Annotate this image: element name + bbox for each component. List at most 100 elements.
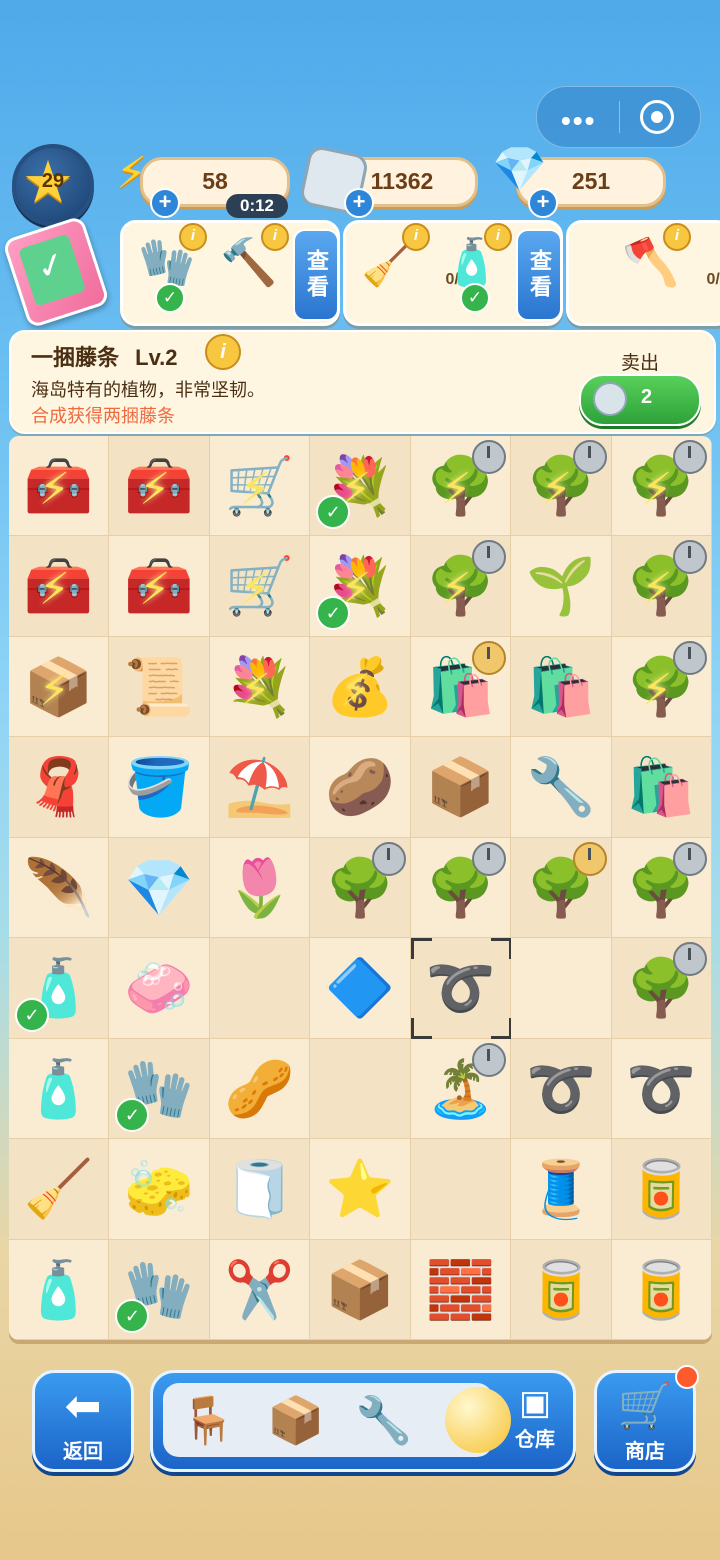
- board-cell[interactable]: 🌳 ⚡: [611, 636, 712, 738]
- board-cell[interactable]: 🌳 ⚡: [410, 536, 512, 637]
- board-cell[interactable]: 🥫: [611, 1239, 712, 1340]
- board-cell[interactable]: 🧵: [511, 1139, 612, 1240]
- task1-view-button[interactable]: 查看: [293, 229, 339, 321]
- sell-label: 卖出: [621, 353, 660, 374]
- close-target-icon[interactable]: [640, 100, 674, 134]
- clock-icon: [472, 640, 507, 675]
- shop-button[interactable]: 🛒 商店: [594, 1365, 699, 1472]
- board-cell[interactable]: 🛍️: [410, 636, 512, 738]
- board-cell[interactable]: 🧰 ⚡: [9, 436, 110, 537]
- board-cell[interactable]: 🌱: [511, 536, 612, 637]
- board-cell[interactable]: 🌳 ⚡: [611, 536, 712, 637]
- board-cell[interactable]: 🥜: [209, 1038, 311, 1140]
- more-icon[interactable]: •••: [561, 105, 596, 137]
- task2-view-button[interactable]: 查看: [516, 229, 562, 321]
- board-cell[interactable]: 💐 ⚡ ✓: [310, 536, 411, 637]
- board-cell[interactable]: 🌳: [410, 837, 512, 939]
- tray-toolbox-icon[interactable]: 📦: [263, 1387, 329, 1453]
- clock-icon: [672, 640, 707, 675]
- board-cell[interactable]: 🏝️: [410, 1038, 512, 1140]
- board-cell[interactable]: 🧣: [9, 737, 110, 838]
- board-cell[interactable]: 🧻: [209, 1139, 311, 1240]
- info-icon[interactable]: i: [484, 223, 512, 251]
- task-card-2[interactable]: 🧹 i 0/1 🧴 i ✓ 查看: [343, 220, 563, 326]
- board-cell[interactable]: 🌳 ⚡: [511, 436, 612, 537]
- board-cell[interactable]: 🧽: [109, 1139, 210, 1240]
- board-cell[interactable]: 💎: [109, 837, 210, 939]
- board-cell[interactable]: 🪣: [109, 737, 210, 838]
- board-cell[interactable]: 📜: [109, 636, 210, 738]
- coins-plus-button[interactable]: +: [344, 188, 374, 218]
- board-cell[interactable]: 🧴 ✓: [9, 938, 110, 1039]
- energy-orb-icon[interactable]: [445, 1387, 511, 1453]
- board-cell[interactable]: 🥫: [511, 1239, 612, 1340]
- board-cell[interactable]: ⛱️: [209, 737, 311, 838]
- board-cell[interactable]: 🌳 ⚡: [611, 436, 712, 537]
- task-card-3[interactable]: 🪓 i 0/1: [566, 220, 720, 326]
- board-cell[interactable]: 📦: [310, 1239, 411, 1340]
- info-icon[interactable]: i: [205, 334, 241, 370]
- board-cell[interactable]: ➰: [410, 938, 512, 1040]
- board-cell[interactable]: 🥫: [611, 1139, 712, 1240]
- board-cell[interactable]: 🧼: [109, 938, 210, 1039]
- board-item-icon: 🧹: [23, 1157, 94, 1221]
- board-cell[interactable]: 📦 ⚡: [9, 636, 110, 738]
- board-cell[interactable]: 🧴: [9, 1239, 110, 1340]
- board-cell[interactable]: 🧰 ⚡: [109, 436, 210, 537]
- board-cell[interactable]: 🧤 ✓: [109, 1239, 210, 1340]
- board-cell[interactable]: 🧹: [9, 1139, 110, 1240]
- board-cell[interactable]: 🧤 ✓: [109, 1038, 210, 1140]
- gems-plus-button[interactable]: +: [528, 188, 558, 218]
- board-cell[interactable]: 🛍️: [511, 636, 612, 738]
- board-cell[interactable]: 🔷: [310, 938, 411, 1039]
- board-cell[interactable]: 🔧: [511, 737, 612, 838]
- tray-tools-icon[interactable]: 🔧: [351, 1387, 417, 1453]
- board-cell[interactable]: 🧴: [9, 1038, 110, 1140]
- board-cell[interactable]: 🧰 ⚡: [109, 536, 210, 637]
- board-cell[interactable]: 📦: [410, 737, 512, 838]
- back-button[interactable]: ⬅ 返回: [32, 1370, 134, 1472]
- tray-workbench-icon[interactable]: 🪑: [175, 1387, 241, 1453]
- board-item-icon: 🥫: [626, 1257, 697, 1321]
- sell-button[interactable]: 2: [579, 374, 701, 426]
- board-cell[interactable]: ✂️: [209, 1239, 311, 1340]
- board-cell[interactable]: ➰: [511, 1038, 612, 1140]
- board-cell[interactable]: 🧰 ⚡: [9, 536, 110, 637]
- player-level-badge[interactable]: ★ 29: [12, 144, 94, 226]
- board-cell[interactable]: 🌷: [209, 837, 311, 939]
- task-card-1[interactable]: 🧤 i ✓ 🔨 i 0/1 查看: [120, 220, 340, 326]
- board-cell[interactable]: 🛒 ⚡: [209, 536, 311, 637]
- energy-plus-button[interactable]: +: [150, 188, 180, 218]
- board-cell[interactable]: ➰: [611, 1038, 712, 1140]
- board-cell[interactable]: 🌳 ⚡: [410, 436, 512, 537]
- task1-item-hammer: 🔨 i 0/1: [211, 223, 327, 309]
- board-cell[interactable]: 💐 ⚡ ✓: [310, 436, 411, 537]
- board-cell[interactable]: [209, 938, 311, 1039]
- board-cell[interactable]: 🛒 ⚡: [209, 436, 311, 537]
- player-level: 29: [41, 170, 65, 192]
- board-cell[interactable]: 🌳: [611, 938, 712, 1039]
- task-phone-icon[interactable]: [1, 215, 111, 329]
- board-cell[interactable]: [410, 1139, 512, 1240]
- board-cell[interactable]: [310, 1038, 411, 1140]
- tray-inner: 🪑 📦 🔧: [163, 1383, 511, 1457]
- board-item-icon: 📦: [325, 1257, 395, 1321]
- warehouse-button[interactable]: ▣ 仓库: [503, 1383, 567, 1452]
- board-cell[interactable]: 🧱: [410, 1239, 512, 1340]
- info-icon[interactable]: i: [179, 223, 207, 251]
- board-cell[interactable]: 🛍️: [611, 737, 712, 838]
- board-cell[interactable]: 🌳: [511, 837, 612, 939]
- board-cell[interactable]: 🥔: [310, 737, 411, 838]
- board-cell[interactable]: [511, 938, 612, 1039]
- capsule-divider: [619, 101, 620, 133]
- board-cell[interactable]: ⭐: [310, 1139, 411, 1240]
- merge-board: 🧰 ⚡ 🧰 ⚡ 🛒 ⚡ 💐 ⚡ ✓ 🌳 ⚡ 🌳 ⚡ 🌳 ⚡ 🧰 ⚡ 🧰 ⚡ 🛒 ⚡ 💐 ⚡ ✓ 🌳 ⚡ 🌱 🌳 ⚡ 📦 ⚡ 📜 💐 ⚡ 💰 ⚡ 🛍️ 🛍️…: [9, 436, 712, 1340]
- board-cell[interactable]: 💐 ⚡: [209, 636, 311, 738]
- board-cell[interactable]: 🌳: [611, 837, 712, 939]
- board-cell[interactable]: 🌳: [310, 837, 411, 939]
- item-level: Lv.2: [135, 345, 178, 370]
- notification-dot: [675, 1365, 699, 1389]
- board-cell[interactable]: 🪶: [9, 837, 110, 939]
- board-cell[interactable]: 💰 ⚡: [310, 636, 411, 738]
- board-item-icon: 📜: [124, 654, 194, 718]
